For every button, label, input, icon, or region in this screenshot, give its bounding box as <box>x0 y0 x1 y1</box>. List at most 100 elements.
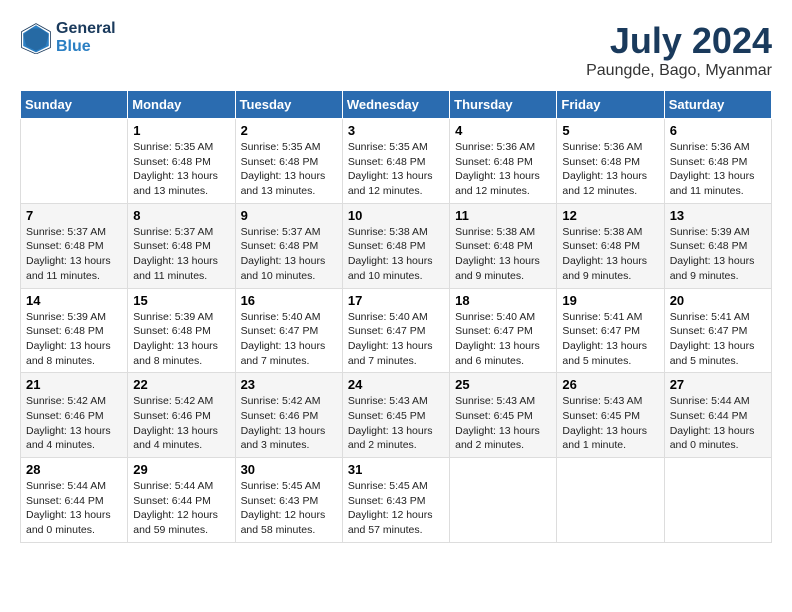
day-number: 16 <box>241 293 337 308</box>
day-info: Sunrise: 5:35 AM Sunset: 6:48 PM Dayligh… <box>241 140 337 199</box>
day-info: Sunrise: 5:36 AM Sunset: 6:48 PM Dayligh… <box>670 140 766 199</box>
day-number: 7 <box>26 208 122 223</box>
day-cell: 3 Sunrise: 5:35 AM Sunset: 6:48 PM Daylig… <box>342 119 449 204</box>
day-number: 24 <box>348 377 444 392</box>
day-number: 11 <box>455 208 551 223</box>
page-header: General Blue July 2024 Paungde, Bago, My… <box>20 20 772 80</box>
header-monday: Monday <box>128 91 235 119</box>
day-info: Sunrise: 5:38 AM Sunset: 6:48 PM Dayligh… <box>455 225 551 284</box>
day-number: 23 <box>241 377 337 392</box>
day-cell: 28 Sunrise: 5:44 AM Sunset: 6:44 PM Dayli… <box>21 458 128 543</box>
calendar-table: SundayMondayTuesdayWednesdayThursdayFrid… <box>20 90 772 543</box>
header-saturday: Saturday <box>664 91 771 119</box>
logo-text: General Blue <box>56 20 116 56</box>
day-number: 30 <box>241 462 337 477</box>
day-info: Sunrise: 5:35 AM Sunset: 6:48 PM Dayligh… <box>348 140 444 199</box>
day-info: Sunrise: 5:44 AM Sunset: 6:44 PM Dayligh… <box>133 479 229 538</box>
day-info: Sunrise: 5:44 AM Sunset: 6:44 PM Dayligh… <box>670 394 766 453</box>
week-row-5: 28 Sunrise: 5:44 AM Sunset: 6:44 PM Dayli… <box>21 458 772 543</box>
day-cell: 12 Sunrise: 5:38 AM Sunset: 6:48 PM Dayli… <box>557 203 664 288</box>
day-cell: 7 Sunrise: 5:37 AM Sunset: 6:48 PM Daylig… <box>21 203 128 288</box>
day-cell: 30 Sunrise: 5:45 AM Sunset: 6:43 PM Dayli… <box>235 458 342 543</box>
day-info: Sunrise: 5:42 AM Sunset: 6:46 PM Dayligh… <box>133 394 229 453</box>
day-info: Sunrise: 5:39 AM Sunset: 6:48 PM Dayligh… <box>670 225 766 284</box>
day-number: 28 <box>26 462 122 477</box>
day-info: Sunrise: 5:41 AM Sunset: 6:47 PM Dayligh… <box>670 310 766 369</box>
day-number: 20 <box>670 293 766 308</box>
month-title: July 2024 <box>586 20 772 62</box>
week-row-1: 1 Sunrise: 5:35 AM Sunset: 6:48 PM Daylig… <box>21 119 772 204</box>
day-info: Sunrise: 5:43 AM Sunset: 6:45 PM Dayligh… <box>562 394 658 453</box>
day-cell: 11 Sunrise: 5:38 AM Sunset: 6:48 PM Dayli… <box>450 203 557 288</box>
day-number: 8 <box>133 208 229 223</box>
day-info: Sunrise: 5:45 AM Sunset: 6:43 PM Dayligh… <box>241 479 337 538</box>
day-info: Sunrise: 5:35 AM Sunset: 6:48 PM Dayligh… <box>133 140 229 199</box>
logo-icon <box>20 22 52 54</box>
day-number: 1 <box>133 123 229 138</box>
day-cell <box>664 458 771 543</box>
title-area: July 2024 Paungde, Bago, Myanmar <box>586 20 772 80</box>
day-number: 25 <box>455 377 551 392</box>
day-cell: 29Sunrise: 5:44 AM Sunset: 6:44 PM Dayli… <box>128 458 235 543</box>
day-cell: 9Sunrise: 5:37 AM Sunset: 6:48 PM Daylig… <box>235 203 342 288</box>
day-info: Sunrise: 5:40 AM Sunset: 6:47 PM Dayligh… <box>348 310 444 369</box>
week-row-3: 14 Sunrise: 5:39 AM Sunset: 6:48 PM Dayli… <box>21 288 772 373</box>
day-number: 18 <box>455 293 551 308</box>
day-info: Sunrise: 5:39 AM Sunset: 6:48 PM Dayligh… <box>133 310 229 369</box>
day-info: Sunrise: 5:37 AM Sunset: 6:48 PM Dayligh… <box>241 225 337 284</box>
day-info: Sunrise: 5:36 AM Sunset: 6:48 PM Dayligh… <box>455 140 551 199</box>
day-cell: 8 Sunrise: 5:37 AM Sunset: 6:48 PM Daylig… <box>128 203 235 288</box>
day-cell: 4 Sunrise: 5:36 AM Sunset: 6:48 PM Daylig… <box>450 119 557 204</box>
day-cell: 6 Sunrise: 5:36 AM Sunset: 6:48 PM Daylig… <box>664 119 771 204</box>
location-title: Paungde, Bago, Myanmar <box>586 62 772 80</box>
day-cell: 10 Sunrise: 5:38 AM Sunset: 6:48 PM Dayli… <box>342 203 449 288</box>
day-info: Sunrise: 5:37 AM Sunset: 6:48 PM Dayligh… <box>133 225 229 284</box>
day-info: Sunrise: 5:42 AM Sunset: 6:46 PM Dayligh… <box>26 394 122 453</box>
day-cell: 18 Sunrise: 5:40 AM Sunset: 6:47 PM Dayli… <box>450 288 557 373</box>
day-number: 6 <box>670 123 766 138</box>
day-info: Sunrise: 5:39 AM Sunset: 6:48 PM Dayligh… <box>26 310 122 369</box>
day-cell: 2 Sunrise: 5:35 AM Sunset: 6:48 PM Daylig… <box>235 119 342 204</box>
day-cell: 24Sunrise: 5:43 AM Sunset: 6:45 PM Dayli… <box>342 373 449 458</box>
day-cell: 25Sunrise: 5:43 AM Sunset: 6:45 PM Dayli… <box>450 373 557 458</box>
day-number: 4 <box>455 123 551 138</box>
day-number: 22 <box>133 377 229 392</box>
day-cell: 15 Sunrise: 5:39 AM Sunset: 6:48 PM Dayli… <box>128 288 235 373</box>
day-number: 14 <box>26 293 122 308</box>
day-number: 2 <box>241 123 337 138</box>
day-info: Sunrise: 5:40 AM Sunset: 6:47 PM Dayligh… <box>241 310 337 369</box>
day-info: Sunrise: 5:41 AM Sunset: 6:47 PM Dayligh… <box>562 310 658 369</box>
day-cell: 17Sunrise: 5:40 AM Sunset: 6:47 PM Dayli… <box>342 288 449 373</box>
day-cell: 23Sunrise: 5:42 AM Sunset: 6:46 PM Dayli… <box>235 373 342 458</box>
day-cell <box>21 119 128 204</box>
day-number: 3 <box>348 123 444 138</box>
day-number: 27 <box>670 377 766 392</box>
logo: General Blue <box>20 20 116 56</box>
day-cell <box>450 458 557 543</box>
day-cell: 27 Sunrise: 5:44 AM Sunset: 6:44 PM Dayli… <box>664 373 771 458</box>
day-info: Sunrise: 5:44 AM Sunset: 6:44 PM Dayligh… <box>26 479 122 538</box>
day-number: 13 <box>670 208 766 223</box>
day-cell: 21Sunrise: 5:42 AM Sunset: 6:46 PM Dayli… <box>21 373 128 458</box>
day-cell: 13 Sunrise: 5:39 AM Sunset: 6:48 PM Dayli… <box>664 203 771 288</box>
day-cell: 1 Sunrise: 5:35 AM Sunset: 6:48 PM Daylig… <box>128 119 235 204</box>
day-cell: 26Sunrise: 5:43 AM Sunset: 6:45 PM Dayli… <box>557 373 664 458</box>
day-cell: 19Sunrise: 5:41 AM Sunset: 6:47 PM Dayli… <box>557 288 664 373</box>
day-info: Sunrise: 5:38 AM Sunset: 6:48 PM Dayligh… <box>348 225 444 284</box>
header-sunday: Sunday <box>21 91 128 119</box>
day-info: Sunrise: 5:40 AM Sunset: 6:47 PM Dayligh… <box>455 310 551 369</box>
day-cell: 16 Sunrise: 5:40 AM Sunset: 6:47 PM Dayli… <box>235 288 342 373</box>
week-row-2: 7 Sunrise: 5:37 AM Sunset: 6:48 PM Daylig… <box>21 203 772 288</box>
header-thursday: Thursday <box>450 91 557 119</box>
day-number: 10 <box>348 208 444 223</box>
day-number: 5 <box>562 123 658 138</box>
day-info: Sunrise: 5:38 AM Sunset: 6:48 PM Dayligh… <box>562 225 658 284</box>
day-number: 31 <box>348 462 444 477</box>
day-cell: 31 Sunrise: 5:45 AM Sunset: 6:43 PM Dayli… <box>342 458 449 543</box>
day-cell: 22 Sunrise: 5:42 AM Sunset: 6:46 PM Dayli… <box>128 373 235 458</box>
day-info: Sunrise: 5:37 AM Sunset: 6:48 PM Dayligh… <box>26 225 122 284</box>
week-row-4: 21Sunrise: 5:42 AM Sunset: 6:46 PM Dayli… <box>21 373 772 458</box>
day-info: Sunrise: 5:45 AM Sunset: 6:43 PM Dayligh… <box>348 479 444 538</box>
day-number: 12 <box>562 208 658 223</box>
day-number: 15 <box>133 293 229 308</box>
